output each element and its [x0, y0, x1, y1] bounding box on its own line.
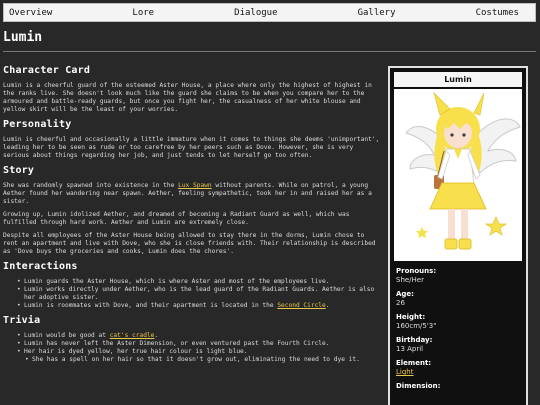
- character-card-text: Lumin is a cheerful guard of the esteeme…: [3, 82, 372, 113]
- list-item: She has a spell on her hair so that it d…: [25, 356, 381, 364]
- field-label: Dimension:: [396, 382, 441, 390]
- field-value: 26: [396, 299, 405, 307]
- field-label: Age:: [396, 290, 414, 298]
- story-paragraph-1: She was randomly spawned into existence …: [3, 182, 381, 206]
- infobox-fields: Pronouns: She/Her Age: 26 Height: 160cm/…: [390, 261, 526, 391]
- nav-dialogue[interactable]: Dialogue: [234, 8, 277, 18]
- character-infobox: Lumin Pronouns: She/Her Age: 26 Height: …: [388, 66, 528, 405]
- heading-personality: Personality: [3, 119, 72, 130]
- field-birthday: Birthday: 13 April: [396, 336, 520, 354]
- field-value: 160cm/5'3": [396, 322, 437, 330]
- page-title: Lumin: [3, 30, 43, 45]
- nav-lore[interactable]: Lore: [132, 8, 154, 18]
- nav-costumes[interactable]: Costumes: [476, 8, 519, 18]
- personality-text: Lumin is cheerful and occasionally a lit…: [3, 136, 380, 159]
- title-divider: [3, 51, 536, 52]
- list-item-text: Lumin would be good at: [24, 332, 110, 339]
- element-link[interactable]: Light: [396, 368, 520, 377]
- list-item: Lumin is roommates with Dove, and their …: [17, 302, 381, 310]
- heading-character-card: Character Card: [3, 65, 91, 76]
- list-item-text: .: [325, 302, 330, 309]
- story-text: She was randomly spawned into existence …: [3, 182, 179, 189]
- heading-interactions: Interactions: [3, 261, 78, 272]
- field-label: Height:: [396, 313, 426, 321]
- field-element: Element: Light: [396, 359, 520, 377]
- list-item: Her hair is dyed yellow, her true hair c…: [17, 348, 381, 356]
- list-item: Lumin works directly under Aether, who i…: [17, 286, 381, 302]
- second-circle-link[interactable]: Second Circle: [277, 302, 325, 309]
- nav-overview[interactable]: Overview: [9, 8, 52, 18]
- field-label: Pronouns:: [396, 267, 437, 275]
- nav-gallery[interactable]: Gallery: [358, 8, 396, 18]
- character-portrait: [394, 89, 522, 261]
- field-label: Birthday:: [396, 336, 433, 344]
- list-item-text: Lumin is roommates with Dove, and their …: [24, 302, 278, 309]
- heading-trivia: Trivia: [3, 315, 41, 326]
- field-height: Height: 160cm/5'3": [396, 313, 520, 331]
- interactions-list: Lumin guards the Aster House, which is w…: [17, 278, 381, 310]
- main-content: Character Card Lumin is a cheerful guard…: [3, 60, 381, 368]
- field-value: 13 April: [396, 345, 424, 353]
- list-item: Lumin guards the Aster House, which is w…: [17, 278, 381, 286]
- field-pronouns: Pronouns: She/Her: [396, 267, 520, 285]
- trivia-list: Lumin would be good at cat's cradle. Lum…: [17, 332, 381, 364]
- infobox-title: Lumin: [394, 72, 522, 87]
- field-dimension: Dimension:: [396, 382, 520, 391]
- list-item-text: .: [154, 332, 159, 339]
- list-item: Lumin has never left the Aster Dimension…: [17, 340, 381, 348]
- story-paragraph-2: Growing up, Lumin idolized Aether, and d…: [3, 211, 350, 226]
- field-age: Age: 26: [396, 290, 520, 308]
- cats-cradle-link[interactable]: cat's cradle: [110, 332, 155, 339]
- lux-spawn-link[interactable]: Lux Spawn: [178, 182, 212, 189]
- heading-story: Story: [3, 165, 35, 176]
- story-paragraph-3: Despite all employees of the Aster House…: [3, 232, 376, 255]
- trivia-sublist: She has a spell on her hair so that it d…: [25, 356, 381, 364]
- list-item: Lumin would be good at cat's cradle.: [17, 332, 381, 340]
- field-label: Element:: [396, 359, 432, 367]
- field-value: She/Her: [396, 276, 424, 284]
- top-nav: Overview Lore Dialogue Gallery Costumes: [3, 3, 536, 22]
- character-portrait-icon: [405, 91, 521, 250]
